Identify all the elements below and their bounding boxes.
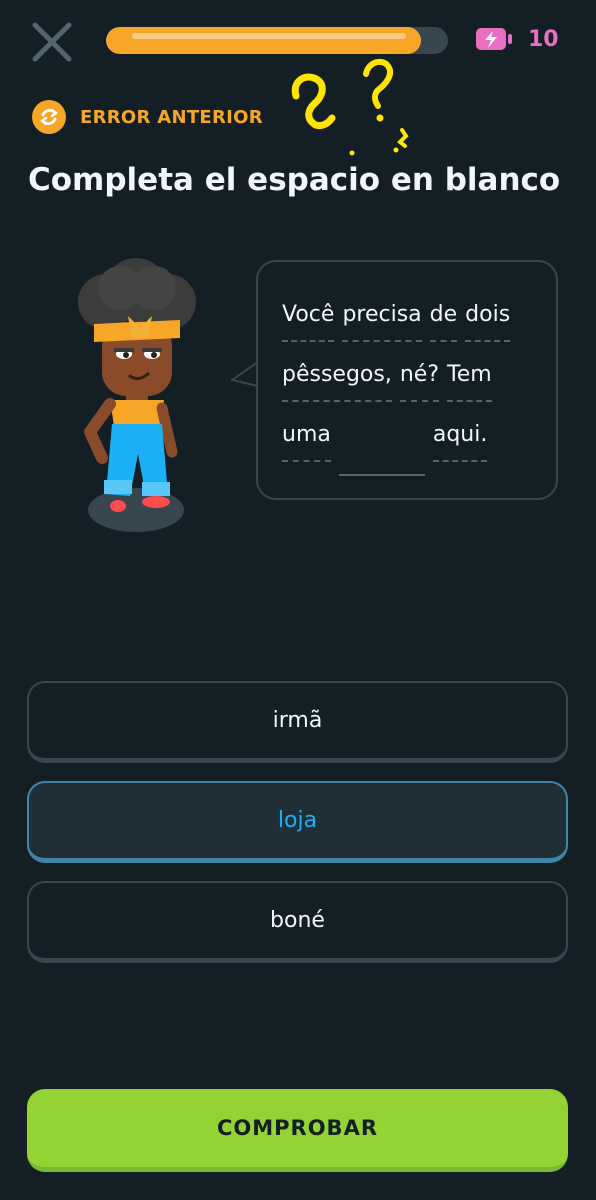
exercise-title: Completa el espacio en blanco: [28, 162, 561, 198]
question-marks-doodle: [291, 58, 409, 156]
word-underline: [429, 340, 458, 342]
close-button[interactable]: [30, 22, 74, 62]
sentence-word[interactable]: uma: [282, 422, 331, 447]
option-1[interactable]: irmã: [27, 681, 568, 763]
check-button[interactable]: COMPROBAR: [27, 1089, 568, 1172]
sentence-word[interactable]: aqui.: [433, 422, 488, 447]
progress-shine: [132, 33, 406, 39]
word-underline: [465, 340, 511, 342]
progress-fill: [106, 27, 421, 54]
option-3[interactable]: boné: [27, 881, 568, 963]
word-underline: [432, 460, 488, 462]
close-x-icon: [32, 22, 72, 62]
sentence-word[interactable]: Você: [282, 302, 334, 327]
sentence-word[interactable]: né?: [400, 362, 439, 387]
refresh-icon: [32, 100, 66, 134]
lesson-progress-bar: [106, 27, 448, 54]
sentence-word[interactable]: precisa: [342, 302, 421, 327]
option-2[interactable]: loja: [27, 781, 568, 863]
sentence-word[interactable]: pêssegos,: [282, 362, 392, 387]
answer-blank[interactable]: [338, 474, 425, 476]
speech-bubble: Você precisa de dois pêssegos, né? Tem uma aqui.: [256, 260, 558, 500]
previous-error-tag: ERROR ANTERIOR: [32, 100, 263, 134]
word-underline: [282, 340, 335, 342]
sentence: Você precisa de dois pêssegos, né? Tem uma aqui.: [258, 262, 556, 498]
character-illustration: [78, 258, 196, 532]
word-underline: [342, 340, 422, 342]
word-underline: [447, 400, 492, 402]
sentence-word[interactable]: dois: [465, 302, 510, 327]
word-underline: [282, 460, 331, 462]
energy-indicator[interactable]: 10: [474, 24, 559, 54]
sentence-word[interactable]: Tem: [447, 362, 492, 387]
word-underline: [282, 400, 392, 402]
previous-error-label: ERROR ANTERIOR: [80, 106, 263, 128]
energy-count: 10: [528, 26, 559, 52]
sentence-word[interactable]: de: [430, 302, 458, 327]
battery-bolt-icon: [476, 28, 512, 50]
word-underline: [399, 400, 439, 402]
